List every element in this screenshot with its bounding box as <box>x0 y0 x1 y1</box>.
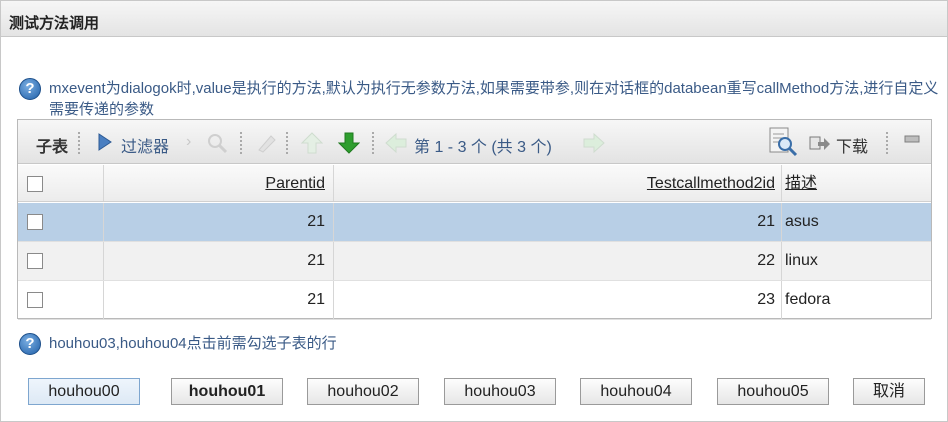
download-button[interactable]: 下载 <box>836 133 868 157</box>
select-all-cell <box>18 165 104 201</box>
up-arrow-icon <box>301 132 323 154</box>
next-page-icon <box>583 132 605 154</box>
table-header: Parentid Testcallmethod2id 描述 <box>18 165 931 202</box>
report-search-icon[interactable] <box>768 126 798 158</box>
title-bar[interactable]: 测试方法调用 <box>1 1 947 37</box>
cell-parentid: 21 <box>104 281 334 319</box>
cell-testcallmethod2id: 23 <box>334 281 782 319</box>
dialog-title: 测试方法调用 <box>9 15 100 32</box>
row-checkbox[interactable] <box>27 214 43 230</box>
hint-bottom-text: houhou03,houhou04点击前需勾选子表的行 <box>49 335 337 352</box>
cell-desc: linux <box>785 252 818 269</box>
row-select-cell <box>18 242 104 280</box>
toolbar-separator <box>886 132 888 154</box>
hint-top: ? mxevent为dialogok时,value是执行的方法,默认为执行无参数… <box>19 78 939 122</box>
help-icon: ? <box>19 333 41 355</box>
toolbar-separator <box>372 132 374 154</box>
houhou00-button[interactable]: houhou00 <box>28 378 140 405</box>
minimize-icon[interactable] <box>904 133 920 147</box>
column-header-desc[interactable]: 描述 <box>782 165 931 201</box>
row-select-cell <box>18 281 104 319</box>
cell-desc: asus <box>785 213 819 230</box>
grid-title: 子表 <box>36 139 69 156</box>
cell-desc: fedora <box>785 291 831 308</box>
row-select-cell <box>18 203 104 241</box>
prev-page-icon <box>385 132 407 154</box>
houhou03-button[interactable]: houhou03 <box>444 378 556 405</box>
down-arrow-icon[interactable] <box>338 131 360 155</box>
filter-button[interactable]: 过滤器 <box>121 133 169 157</box>
row-checkbox[interactable] <box>27 292 43 308</box>
table-row[interactable]: 21 21 asus <box>18 203 931 242</box>
row-checkbox[interactable] <box>27 253 43 269</box>
table-row[interactable]: 21 23 fedora <box>18 281 931 320</box>
toolbar-separator <box>286 132 288 154</box>
dialog: 测试方法调用 ? mxevent为dialogok时,value是执行的方法,默… <box>0 0 948 422</box>
toolbar-separator <box>78 132 80 154</box>
search-icon <box>208 134 228 154</box>
column-header-testcallmethod2id[interactable]: Testcallmethod2id <box>334 165 782 201</box>
grid-toolbar: 子表 过滤器 › 第 1 - 3 个 (共 3 个) 下载 <box>18 120 931 164</box>
sub-table-grid: 子表 过滤器 › 第 1 - 3 个 (共 3 个) 下载 Parentid T <box>17 119 932 320</box>
cell-testcallmethod2id: 21 <box>334 203 782 241</box>
table-row[interactable]: 21 22 linux <box>18 242 931 281</box>
cell-parentid: 21 <box>104 242 334 280</box>
select-all-checkbox[interactable] <box>27 176 43 192</box>
pager-info: 第 1 - 3 个 (共 3 个) <box>414 139 552 156</box>
houhou05-button[interactable]: houhou05 <box>717 378 829 405</box>
edit-icon <box>258 135 276 153</box>
filter-play-icon[interactable] <box>98 133 112 151</box>
toolbar-separator <box>240 132 242 154</box>
houhou01-button[interactable]: houhou01 <box>171 378 283 405</box>
houhou04-button[interactable]: houhou04 <box>580 378 692 405</box>
cell-parentid: 21 <box>104 203 334 241</box>
help-icon: ? <box>19 78 41 100</box>
houhou02-button[interactable]: houhou02 <box>307 378 419 405</box>
hint-top-text: mxevent为dialogok时,value是执行的方法,默认为执行无参数方法… <box>49 80 939 118</box>
cell-testcallmethod2id: 22 <box>334 242 782 280</box>
column-header-parentid[interactable]: Parentid <box>104 165 334 201</box>
filter-expand-icon: › <box>186 133 192 150</box>
download-icon[interactable] <box>809 133 831 151</box>
hint-bottom: ? houhou03,houhou04点击前需勾选子表的行 <box>19 333 619 357</box>
cancel-button[interactable]: 取消 <box>853 378 925 405</box>
